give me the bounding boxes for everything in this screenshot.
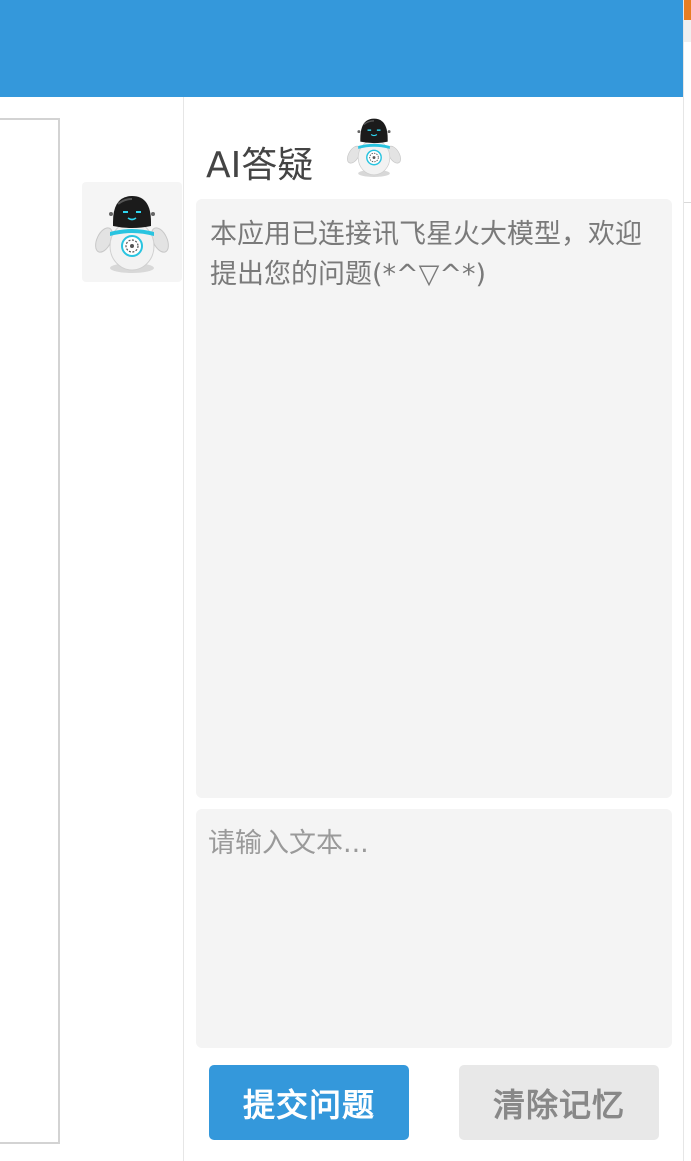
adjacent-window-edge <box>683 0 691 1161</box>
question-input[interactable] <box>196 809 672 1048</box>
submit-question-button[interactable]: 提交问题 <box>209 1065 409 1140</box>
answer-display: 本应用已连接讯飞星火大模型，欢迎提出您的问题(*^▽^*) <box>196 199 672 798</box>
panel-title: AI答疑 <box>206 145 314 186</box>
adjacent-window-accent <box>684 0 691 20</box>
title-robot <box>338 106 410 186</box>
ai-assistant-launcher[interactable] <box>82 182 182 282</box>
welcome-message: 本应用已连接讯飞星火大模型，欢迎提出您的问题(*^▽^*) <box>210 219 642 290</box>
adjacent-window-header <box>684 20 691 42</box>
robot-icon <box>95 196 169 273</box>
clear-memory-button[interactable]: 清除记忆 <box>459 1065 659 1140</box>
robot-icon <box>347 118 401 177</box>
adjacent-window-divider <box>684 202 691 203</box>
left-content-panel <box>0 118 60 1144</box>
top-header-bar <box>0 0 683 97</box>
